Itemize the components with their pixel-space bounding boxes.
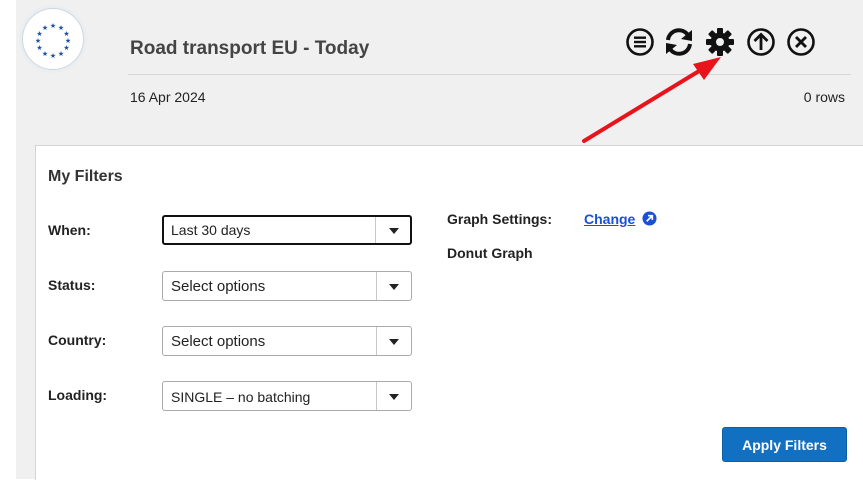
- svg-text:★: ★: [58, 50, 64, 58]
- page-title: Road transport EU - Today: [130, 38, 370, 59]
- loading-value: SINGLE – no batching: [171, 389, 311, 405]
- country-select[interactable]: Select options: [162, 326, 412, 356]
- svg-text:★: ★: [50, 22, 56, 30]
- arrow-up-icon[interactable]: [745, 26, 777, 58]
- gear-icon[interactable]: [704, 26, 736, 58]
- select-separator: [376, 327, 377, 355]
- menu-icon[interactable]: [624, 26, 656, 58]
- report-panel: ★ ★ ★ ★ ★ ★ ★ ★ ★ ★ ★ ★ Road transport E…: [16, 0, 863, 480]
- chevron-down-icon: [389, 284, 399, 290]
- graph-settings-change-link[interactable]: Change: [584, 211, 635, 227]
- chevron-down-icon: [389, 339, 399, 345]
- loading-select[interactable]: SINGLE – no batching: [162, 381, 412, 411]
- svg-text:★: ★: [42, 24, 48, 32]
- svg-text:★: ★: [50, 52, 56, 60]
- status-value: Select options: [171, 278, 266, 295]
- status-label: Status:: [48, 277, 96, 293]
- row-count: 0 rows: [803, 89, 845, 105]
- filters-heading: My Filters: [48, 168, 123, 185]
- country-label: Country:: [48, 332, 107, 348]
- graph-settings-label: Graph Settings:: [447, 211, 553, 227]
- select-separator: [376, 272, 377, 300]
- svg-text:★: ★: [63, 44, 69, 52]
- chevron-down-icon: [389, 228, 399, 234]
- header-divider: [128, 74, 851, 75]
- country-value: Select options: [171, 333, 266, 350]
- when-value: Last 30 days: [171, 222, 251, 238]
- report-date: 16 Apr 2024: [130, 89, 206, 105]
- close-icon[interactable]: [785, 26, 817, 58]
- external-link-icon[interactable]: [642, 211, 657, 226]
- when-label: When:: [48, 222, 91, 238]
- loading-label: Loading:: [48, 387, 108, 403]
- graph-type: Donut Graph: [447, 245, 533, 261]
- select-separator: [375, 217, 376, 243]
- refresh-icon[interactable]: [663, 26, 695, 58]
- svg-text:★: ★: [36, 44, 42, 52]
- svg-text:★: ★: [35, 37, 41, 45]
- chevron-down-icon: [389, 394, 399, 400]
- status-select[interactable]: Select options: [162, 271, 412, 301]
- when-select[interactable]: Last 30 days: [162, 215, 412, 245]
- filters-panel: My Filters When: Last 30 days Status: Se…: [35, 145, 863, 480]
- eu-stars-icon: ★ ★ ★ ★ ★ ★ ★ ★ ★ ★ ★ ★: [35, 22, 71, 60]
- select-separator: [376, 382, 377, 410]
- svg-text:★: ★: [42, 50, 48, 58]
- eu-logo: ★ ★ ★ ★ ★ ★ ★ ★ ★ ★ ★ ★: [22, 8, 84, 70]
- apply-filters-button[interactable]: Apply Filters: [722, 427, 847, 462]
